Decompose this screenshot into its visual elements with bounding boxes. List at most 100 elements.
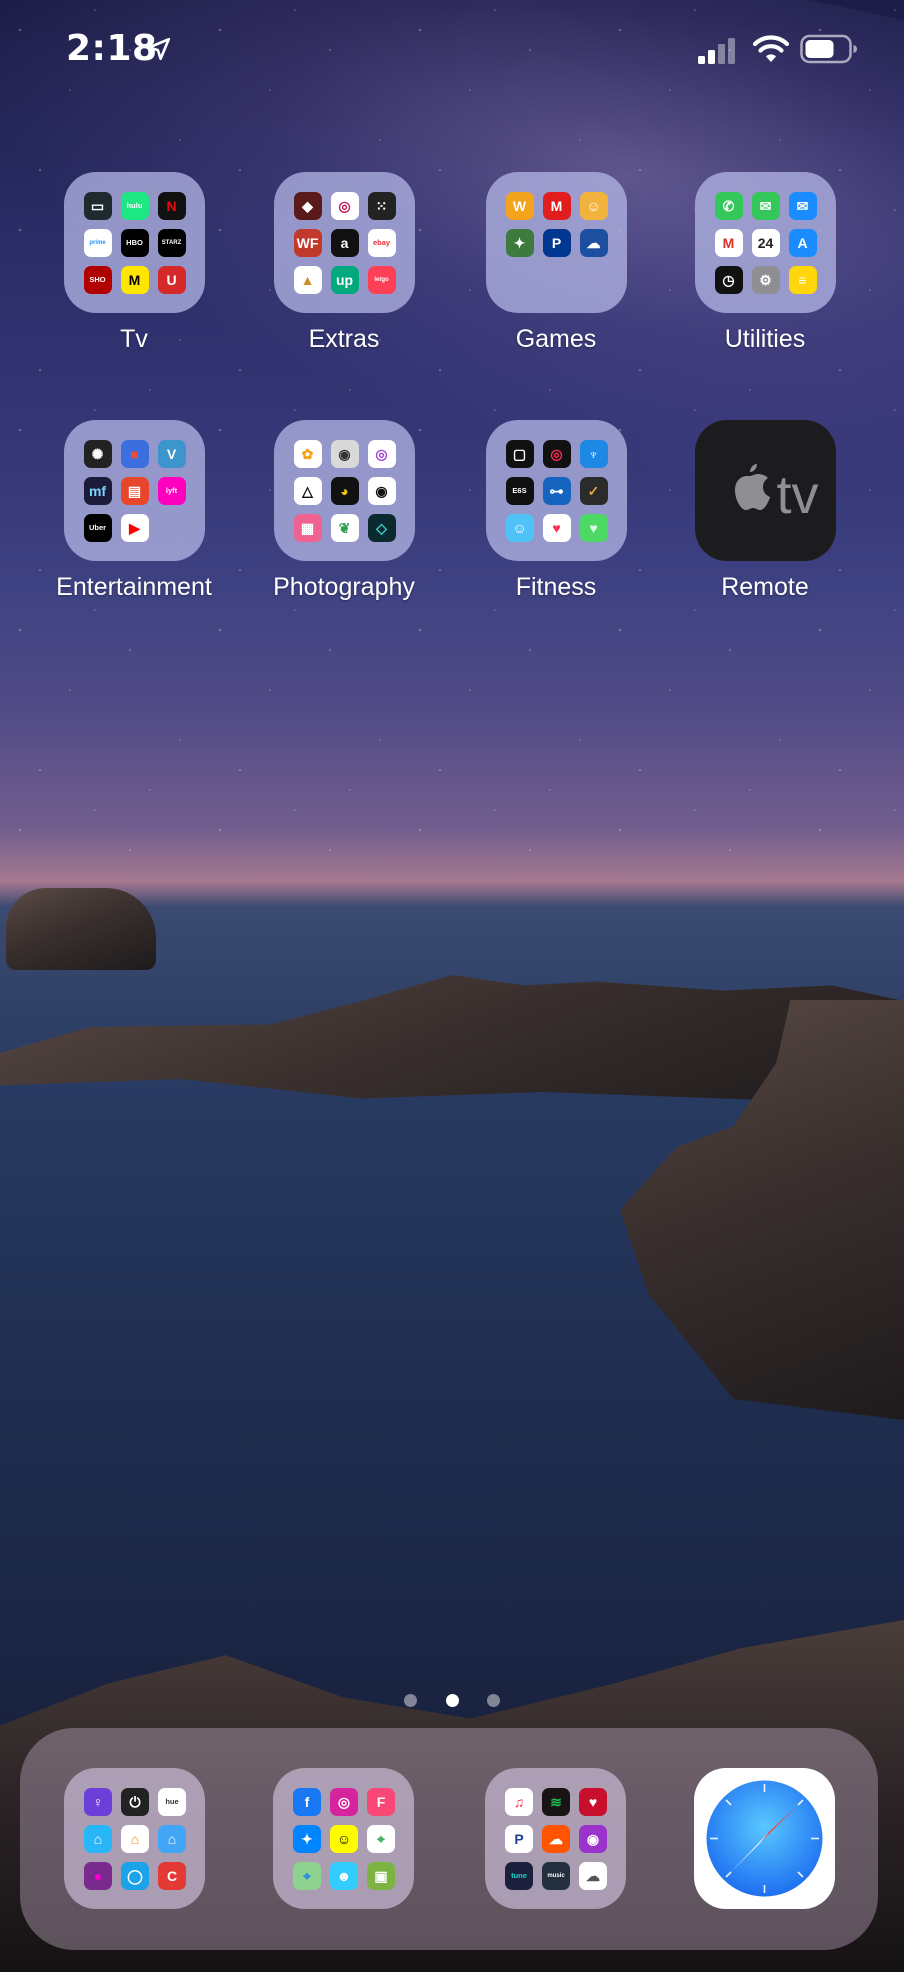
settings-gear-icon: ⚙	[751, 266, 780, 294]
tunein-icon: tune	[505, 1862, 533, 1890]
wf-icon: WF	[293, 229, 322, 257]
folder-icon: ▭ hulu Nprime HBO STARZ SHO M U	[63, 172, 205, 313]
playstation-icon: P	[542, 229, 571, 257]
gmail-icon: M	[714, 229, 743, 257]
showtime-icon: SHO	[83, 266, 112, 294]
mail-icon: ✉	[788, 192, 817, 220]
apple-tv-remote-icon: tv	[694, 420, 836, 561]
folder-icon: ♀ ⏻ hue ⌂ ⌂ ⌂ ● ◯ C	[64, 1768, 205, 1909]
mario-icon: M	[542, 192, 571, 220]
folder-entertainment[interactable]: ✺ ■ Vmf ▤ lyft Uber ▶ Entertainment	[29, 420, 239, 620]
wallpaper-rock	[620, 1000, 904, 1420]
app-label: Fitness	[515, 573, 597, 601]
soundcloud-icon: ☁	[542, 1825, 570, 1853]
hulu-icon: hulu	[120, 192, 149, 220]
photos-icon: ✿	[293, 440, 322, 468]
lens-icon: ◉	[367, 477, 396, 505]
phone-icon: ✆	[714, 192, 743, 220]
pandora-icon: P	[505, 1825, 533, 1853]
folder-icon: ✿ ◉ ◎ △ ◕ ◉ ▦ ❦ ◇	[273, 420, 415, 561]
lyft-icon: lyft	[157, 477, 186, 505]
messenger-icon: ✦	[293, 1825, 321, 1853]
folder-icon: ✆ ✉ ✉ M 24 A ◷ ⚙ ≡	[694, 172, 836, 313]
home-screen: 2:18 ▭ hulu Nprime HBO STARZ SHO M U Tv ◆ ◎ ⁙	[0, 0, 904, 1972]
folder-icon: ▢ ◎ ♆ E6S ⊶ ✓ ☺ ♥ ♥	[485, 420, 627, 561]
orb-icon: ●	[84, 1862, 112, 1890]
page-dot[interactable]	[487, 1693, 500, 1707]
app-store-icon: A	[788, 229, 817, 257]
dock-folder-social[interactable]: f ◎ F ✦ ☺ ⌖ ⌖ ☻ ▣	[273, 1768, 414, 1909]
folder-icon: ✺ ■ Vmf ▤ lyft Uber ▶	[63, 420, 205, 561]
folder-tv[interactable]: ▭ hulu Nprime HBO STARZ SHO M U Tv	[29, 172, 239, 372]
messages-icon: ✉	[751, 192, 780, 220]
health-icon: ♥	[542, 514, 571, 542]
spotify-icon: ≋	[542, 1788, 570, 1816]
power-icon: ⏻	[121, 1788, 149, 1816]
app-label: Photography	[273, 573, 415, 601]
dock-folder-music[interactable]: ♫ ≋ ♥ P ☁ ◉ tune music ☁	[485, 1768, 626, 1909]
page-dot-active[interactable]	[445, 1693, 459, 1707]
nike-icon: ✓	[579, 477, 608, 505]
darkroom-icon: △	[293, 477, 322, 505]
notes-icon: ≡	[788, 266, 817, 294]
folder-icon: ◆ ◎ ⁙ WF a ebay ▲ up letgo	[273, 172, 415, 313]
tooth-icon: ♆	[579, 440, 608, 468]
prime-video-icon: prime	[83, 229, 112, 257]
shield-app-icon: ◆	[293, 192, 322, 220]
page-dot[interactable]	[404, 1693, 417, 1707]
folder-utilities[interactable]: ✆ ✉ ✉ M 24 A ◷ ⚙ ≡ Utilities	[660, 172, 870, 372]
amazon-music-icon: music	[542, 1862, 570, 1890]
folder-fitness[interactable]: ▢ ◎ ♆ E6S ⊶ ✓ ☺ ♥ ♥ Fitness	[451, 420, 661, 620]
dock-app-safari[interactable]	[694, 1768, 835, 1909]
status-time: 2:18	[66, 28, 158, 69]
cartoon-game-icon: ☺	[579, 192, 608, 220]
mtv-icon: M	[120, 266, 149, 294]
waze-icon: ☻	[330, 1862, 358, 1890]
wifi-icon	[752, 35, 790, 62]
prism-icon: ◇	[367, 514, 396, 542]
android-app-icon: ▣	[367, 1862, 395, 1890]
folder-extras[interactable]: ◆ ◎ ⁙ WF a ebay ▲ up letgo Extras	[239, 172, 449, 372]
film-reel-icon: ✺	[83, 440, 112, 468]
clock-icon: ◷	[714, 266, 743, 294]
words-icon: W	[505, 192, 534, 220]
music-icon: ♫	[505, 1788, 533, 1816]
alexa-icon: ◯	[121, 1862, 149, 1890]
amazon-icon: a	[330, 229, 359, 257]
layout-icon: ▦	[293, 514, 322, 542]
app-remote[interactable]: tv Remote	[660, 420, 870, 620]
tv-app-icon: ▭	[83, 192, 112, 220]
mf-icon: mf	[83, 477, 112, 505]
calendar-icon: 24	[751, 229, 780, 257]
youtube-icon: ▶	[120, 514, 149, 542]
wallpaper-sea-mist	[0, 1060, 904, 1680]
dumbbell-icon: ⊶	[542, 477, 571, 505]
folder-icon: f ◎ F ✦ ☺ ⌖ ⌖ ☻ ▣	[273, 1768, 414, 1909]
home-light-blue-icon: ⌂	[158, 1825, 186, 1853]
steering-wheel-icon: ◎	[330, 192, 359, 220]
remote-icon-label: tv	[776, 465, 819, 525]
pac-icon: C	[158, 1862, 186, 1890]
app-label: Remote	[721, 573, 809, 601]
app-label: Utilities	[724, 325, 806, 353]
folder-photography[interactable]: ✿ ◉ ◎ △ ◕ ◉ ▦ ❦ ◇ Photography	[239, 420, 449, 620]
app-label: Entertainment	[56, 573, 212, 601]
hbo-go-icon: HBO	[120, 229, 149, 257]
dock-folder-smart-home[interactable]: ♀ ⏻ hue ⌂ ⌂ ⌂ ● ◯ C	[64, 1768, 205, 1909]
starz-icon: STARZ	[157, 229, 186, 257]
triangle-app-icon: ▲	[293, 266, 322, 294]
page-indicator[interactable]	[404, 1690, 500, 1710]
maps-icon: ⌖	[293, 1862, 321, 1890]
folder-games[interactable]: W M ☺ ✦ P ☁ Games	[451, 172, 661, 372]
aperture-icon: ◎	[367, 440, 396, 468]
netflix-icon: N	[157, 192, 186, 220]
ebay-icon: ebay	[367, 229, 396, 257]
uber-icon: Uber	[83, 514, 112, 542]
cloud-icon: ☁	[579, 1862, 607, 1890]
venmo-icon: V	[157, 440, 186, 468]
hue-icon: hue	[158, 1788, 186, 1816]
letgo-icon: letgo	[367, 266, 396, 294]
facebook-icon: f	[293, 1788, 321, 1816]
usa-icon: U	[157, 266, 186, 294]
iheart-icon: ♥	[579, 1788, 607, 1816]
